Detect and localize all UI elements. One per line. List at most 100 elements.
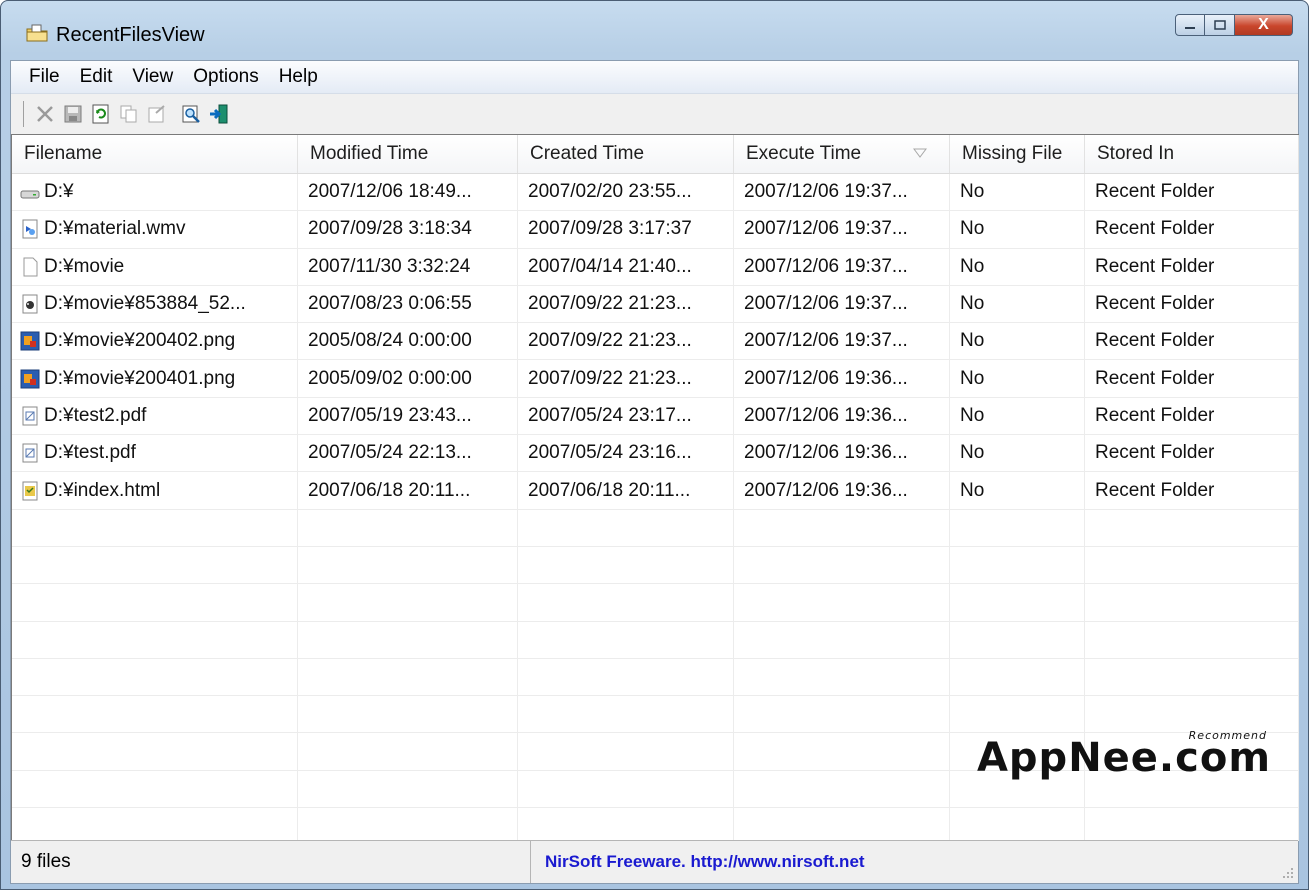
execute-time-cell-text: 2007/12/06 19:36...	[744, 442, 908, 464]
empty-cell	[12, 509, 298, 546]
stored-in-cell-text: Recent Folder	[1095, 181, 1215, 203]
empty-cell	[734, 658, 950, 696]
title-bar[interactable]: RecentFilesView X	[0, 0, 1309, 60]
pdf-file-icon	[22, 443, 38, 463]
maximize-icon	[1213, 20, 1226, 30]
missing-file-cell: No	[950, 323, 1085, 360]
empty-cell	[12, 546, 298, 584]
html-file-icon	[22, 481, 38, 501]
modified-time-cell: 2005/09/02 0:00:00	[298, 360, 518, 397]
filename-cell: D:¥movie¥853884_52...	[12, 285, 298, 323]
created-time-cell: 2007/05/24 23:17...	[518, 397, 734, 435]
delete-button[interactable]	[32, 101, 58, 127]
created-time-cell: 2007/09/22 21:23...	[518, 285, 734, 323]
column-header-missing-file[interactable]: Missing File	[950, 135, 1085, 173]
filename-cell-text: D:¥	[44, 181, 74, 203]
menu-edit[interactable]: Edit	[70, 66, 123, 88]
table-row[interactable]: D:¥movie 2007/11/30 3:32:24 2007/04/14 21:…	[12, 248, 1299, 286]
stored-in-cell: Recent Folder	[1085, 323, 1299, 360]
watermark-logo: AppNee.com Recommend	[977, 729, 1271, 781]
created-time-cell-text: 2007/05/24 23:17...	[528, 404, 692, 426]
stored-in-cell-text: Recent Folder	[1095, 255, 1215, 277]
empty-cell	[734, 621, 950, 658]
window-title: RecentFilesView	[56, 24, 205, 46]
minimize-button[interactable]	[1175, 14, 1205, 36]
execute-time-cell-text: 2007/12/06 19:37...	[744, 330, 908, 352]
execute-time-cell-text: 2007/12/06 19:37...	[744, 181, 908, 203]
missing-file-cell: No	[950, 174, 1085, 211]
save-button[interactable]	[60, 101, 86, 127]
filename-cell-text: D:¥movie	[44, 255, 125, 277]
table-row[interactable]: D:¥movie¥200401.png 2005/09/02 0:00:00 200…	[12, 360, 1299, 398]
drive-icon	[20, 190, 40, 199]
resize-grip-icon[interactable]	[1280, 865, 1294, 879]
empty-cell	[298, 621, 518, 658]
table-row[interactable]: D:¥test2.pdf 2007/05/19 23:43... 2007/05/2…	[12, 397, 1299, 436]
empty-cell	[734, 696, 950, 733]
close-button[interactable]: X	[1235, 14, 1293, 36]
copy-button[interactable]	[116, 101, 142, 127]
created-time-cell-text: 2007/09/22 21:23...	[528, 367, 692, 389]
empty-cell	[12, 584, 298, 621]
column-header-stored-in[interactable]: Stored In	[1085, 135, 1299, 173]
menu-help[interactable]: Help	[269, 66, 328, 88]
file-list[interactable]: Filename Modified Time Created Time Exec…	[11, 134, 1299, 841]
modified-time-cell-text: 2007/08/23 0:06:55	[308, 293, 472, 315]
image-file-icon	[20, 369, 40, 389]
empty-cell	[12, 808, 298, 841]
exit-button[interactable]	[206, 101, 232, 127]
menu-file[interactable]: File	[19, 66, 70, 88]
empty-cell	[1085, 808, 1299, 841]
menu-options[interactable]: Options	[183, 66, 268, 88]
stored-in-cell: Recent Folder	[1085, 248, 1299, 285]
filename-cell: D:¥movie	[12, 248, 298, 285]
status-credit-link[interactable]: NirSoft Freeware. http://www.nirsoft.net	[531, 841, 1298, 883]
empty-row	[12, 509, 1299, 547]
column-header-filename[interactable]: Filename	[12, 135, 298, 173]
maximize-button[interactable]	[1205, 14, 1235, 36]
column-header-created-time[interactable]: Created Time	[518, 135, 734, 173]
execute-time-cell: 2007/12/06 19:37...	[734, 248, 950, 285]
pdf-file-icon	[22, 406, 38, 426]
refresh-button[interactable]	[88, 101, 114, 127]
properties-button[interactable]	[144, 101, 170, 127]
menu-view[interactable]: View	[122, 66, 183, 88]
stored-in-cell-text: Recent Folder	[1095, 442, 1215, 464]
table-row[interactable]: D:¥movie¥200402.png 2005/08/24 0:00:00 200…	[12, 323, 1299, 361]
execute-time-cell: 2007/12/06 19:37...	[734, 285, 950, 323]
missing-file-cell-text: No	[960, 330, 985, 352]
empty-row	[12, 696, 1299, 734]
filename-cell-text: D:¥test2.pdf	[44, 404, 147, 426]
column-header-modified-time[interactable]: Modified Time	[298, 135, 518, 173]
missing-file-cell-text: No	[960, 293, 985, 315]
filename-cell: D:¥test.pdf	[12, 435, 298, 472]
table-row[interactable]: D:¥ 2007/12/06 18:49... 2007/02/20 23:55..…	[12, 174, 1299, 212]
stored-in-cell-text: Recent Folder	[1095, 330, 1215, 352]
table-row[interactable]: D:¥test.pdf 2007/05/24 22:13... 2007/05/24…	[12, 435, 1299, 473]
empty-cell	[518, 621, 734, 658]
find-button[interactable]	[178, 101, 204, 127]
table-row[interactable]: D:¥movie¥853884_52... 2007/08/23 0:06:55 2…	[12, 285, 1299, 324]
missing-file-cell: No	[950, 211, 1085, 248]
app-window: RecentFilesView X File Edit View Options…	[0, 0, 1309, 890]
column-header-execute-time[interactable]: Execute Time	[734, 135, 950, 173]
missing-file-cell: No	[950, 248, 1085, 285]
modified-time-cell: 2007/05/24 22:13...	[298, 435, 518, 472]
missing-file-cell: No	[950, 435, 1085, 472]
filename-cell-text: D:¥material.wmv	[44, 218, 186, 240]
table-row[interactable]: D:¥material.wmv 2007/09/28 3:18:34 2007/09…	[12, 211, 1299, 249]
empty-cell	[12, 621, 298, 658]
empty-cell	[734, 546, 950, 584]
empty-cell	[950, 658, 1085, 696]
modified-time-cell: 2007/12/06 18:49...	[298, 174, 518, 211]
column-header-execute-time-label: Execute Time	[746, 143, 862, 164]
stored-in-cell: Recent Folder	[1085, 211, 1299, 248]
modified-time-cell-text: 2007/05/24 22:13...	[308, 442, 472, 464]
stored-in-cell-text: Recent Folder	[1095, 404, 1215, 426]
stored-in-cell: Recent Folder	[1085, 285, 1299, 323]
empty-cell	[12, 696, 298, 733]
table-row[interactable]: D:¥index.html 2007/06/18 20:11... 2007/06/…	[12, 472, 1299, 510]
delete-icon	[37, 106, 53, 122]
modified-time-cell: 2007/08/23 0:06:55	[298, 285, 518, 323]
empty-cell	[518, 658, 734, 696]
